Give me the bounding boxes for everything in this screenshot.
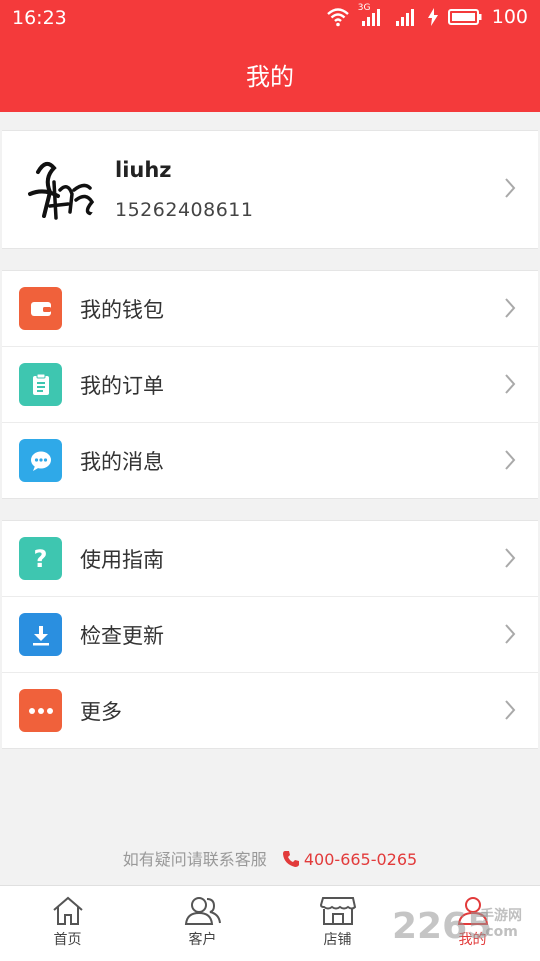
support-contact: 如有疑问请联系客服 400-665-0265 — [0, 846, 540, 870]
phone-icon — [282, 851, 299, 867]
customers-icon — [184, 897, 221, 925]
chevron-right-icon — [505, 548, 516, 568]
chevron-right-icon — [505, 178, 516, 198]
more-icon — [19, 689, 62, 732]
page-title: 我的 — [246, 62, 294, 91]
tab-customers[interactable]: 客户 — [135, 886, 270, 961]
menu-item-guide[interactable]: ? 使用指南 — [2, 521, 538, 597]
menu-item-messages[interactable]: 我的消息 — [2, 423, 538, 498]
menu-item-label: 使用指南 — [80, 548, 164, 572]
clipboard-icon — [19, 363, 62, 406]
support-phone-link[interactable]: 400-665-0265 — [282, 850, 417, 869]
tab-label: 客户 — [188, 932, 217, 948]
status-time: 16:23 — [12, 7, 67, 29]
chevron-right-icon — [505, 450, 516, 470]
menu-item-label: 检查更新 — [80, 624, 164, 648]
chevron-right-icon — [505, 298, 516, 318]
menu-item-label: 我的钱包 — [80, 298, 164, 322]
signal-icon — [394, 7, 418, 27]
chevron-right-icon — [505, 624, 516, 644]
wifi-icon — [326, 7, 350, 27]
question-icon: ? — [19, 537, 62, 580]
menu-item-label: 我的消息 — [80, 450, 164, 474]
signal-3g-icon: 3G — [358, 3, 384, 27]
tab-store[interactable]: 店铺 — [270, 886, 405, 961]
profile-card[interactable]: liuhz 15262408611 — [2, 130, 538, 249]
menu-item-orders[interactable]: 我的订单 — [2, 347, 538, 423]
header-bar: 我的 — [0, 36, 540, 112]
menu-group-app: ? 使用指南 检查更新 更多 — [2, 520, 538, 749]
profile-name: liuhz — [115, 158, 172, 182]
tab-label: 首页 — [53, 932, 82, 948]
status-bar: 16:23 3G 100 — [0, 0, 540, 36]
support-phone-number: 400-665-0265 — [303, 850, 418, 869]
avatar — [24, 152, 100, 228]
download-icon — [19, 613, 62, 656]
chevron-right-icon — [505, 700, 516, 720]
wallet-icon — [19, 287, 62, 330]
tab-home[interactable]: 首页 — [0, 886, 135, 961]
support-hint: 如有疑问请联系客服 — [122, 850, 267, 869]
battery-icon — [447, 8, 482, 26]
menu-item-label: 更多 — [80, 700, 122, 724]
menu-item-check-update[interactable]: 检查更新 — [2, 597, 538, 673]
menu-item-label: 我的订单 — [80, 374, 164, 398]
menu-item-wallet[interactable]: 我的钱包 — [2, 271, 538, 347]
menu-item-more[interactable]: 更多 — [2, 673, 538, 748]
home-icon — [52, 896, 83, 925]
profile-phone: 15262408611 — [115, 199, 254, 221]
tab-label: 店铺 — [323, 932, 352, 948]
chevron-right-icon — [505, 374, 516, 394]
message-icon — [19, 439, 62, 482]
watermark-site: 手游网 .com — [480, 908, 522, 940]
battery-level: 100 — [491, 6, 528, 28]
watermark-logo: 2265 — [392, 906, 493, 947]
charging-icon — [427, 8, 438, 26]
menu-group-account: 我的钱包 我的订单 我的消息 — [2, 270, 538, 499]
store-icon — [319, 897, 356, 925]
